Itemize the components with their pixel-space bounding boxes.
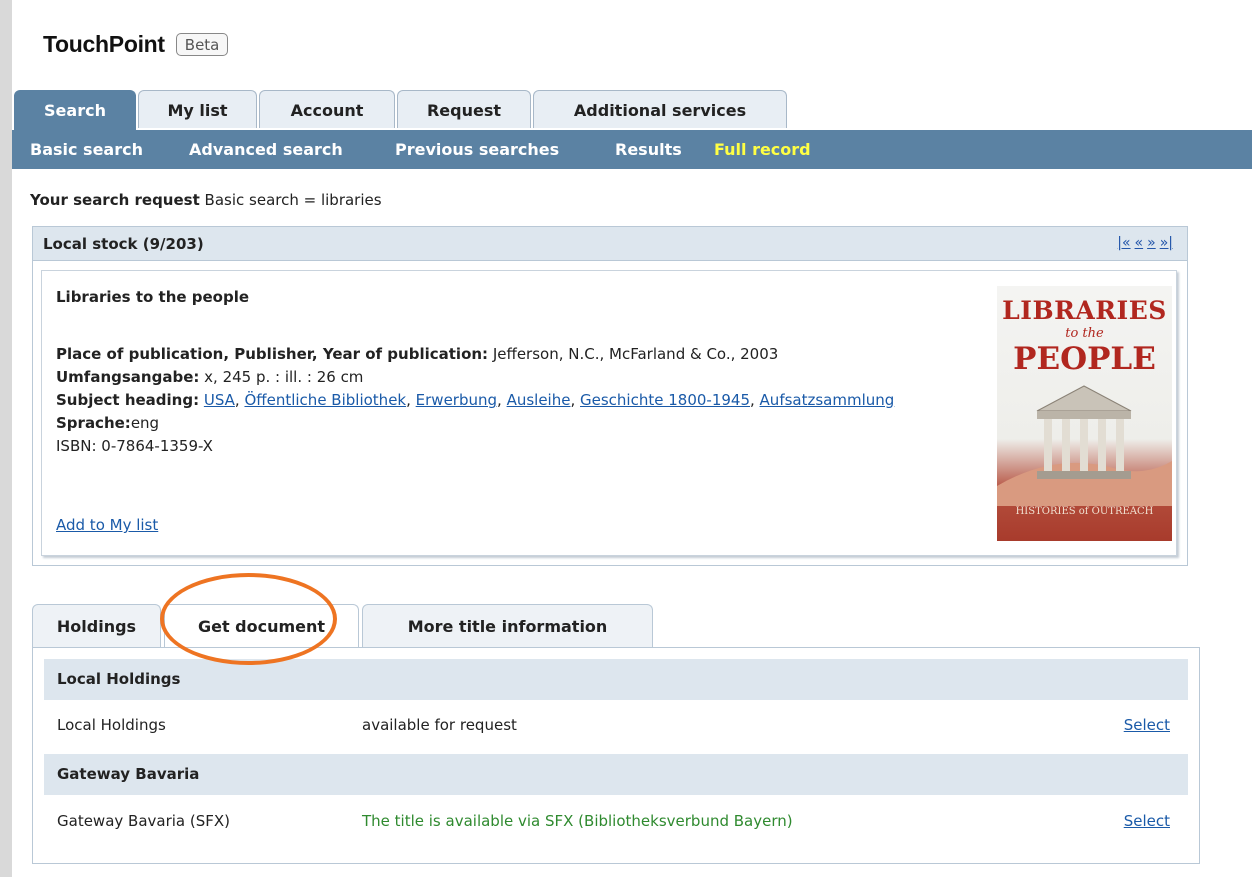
- holding-name: Gateway Bavaria (SFX): [57, 812, 231, 830]
- record-pager: |« «» »|: [1113, 235, 1173, 251]
- pager-first-link[interactable]: |«: [1117, 235, 1130, 251]
- pager-next-link[interactable]: »: [1147, 235, 1156, 251]
- add-to-my-list-link[interactable]: Add to My list: [56, 516, 158, 534]
- library-building-illustration: [997, 385, 1172, 506]
- tab-more-title-information[interactable]: More title information: [362, 604, 653, 648]
- select-link-gateway-bavaria[interactable]: Select: [1124, 812, 1170, 830]
- tab-my-list[interactable]: My list: [138, 90, 257, 128]
- record-box-title: Local stock (9/203): [43, 235, 204, 253]
- holding-name: Local Holdings: [57, 716, 166, 734]
- search-request: Your search request Basic search = libra…: [30, 191, 382, 209]
- sub-navigation: Basic search Advanced search Previous se…: [12, 130, 1252, 169]
- isbn-line: ISBN: 0-7864-1359-X: [56, 435, 976, 458]
- tab-search[interactable]: Search: [14, 90, 136, 131]
- tab-additional-services[interactable]: Additional services: [533, 90, 787, 128]
- language-label: Sprache:: [56, 414, 131, 432]
- cover-title-line1: LIBRARIES: [1002, 296, 1167, 325]
- record-box-header: Local stock (9/203) |« «» »|: [33, 227, 1187, 261]
- app-name: TouchPoint: [43, 31, 165, 57]
- section-gateway-bavaria-title: Gateway Bavaria: [57, 765, 200, 783]
- publication-label: Place of publication, Publisher, Year of…: [56, 345, 489, 363]
- section-local-holdings: Local Holdings: [44, 659, 1188, 700]
- full-record: Libraries to the people Place of publica…: [41, 270, 1177, 556]
- page: TouchPoint Beta Search My list Account R…: [12, 0, 1252, 877]
- language-value: eng: [130, 414, 160, 432]
- beta-badge: Beta: [175, 33, 229, 56]
- cover-title-line2: to the: [1065, 326, 1104, 341]
- select-link-local-holdings[interactable]: Select: [1124, 716, 1170, 734]
- cover-title-line3: PEOPLE: [1013, 341, 1156, 377]
- subject-link-ausleihe[interactable]: Ausleihe: [507, 391, 571, 409]
- tab-account[interactable]: Account: [259, 90, 395, 128]
- language-line: Sprache:eng: [56, 412, 976, 435]
- app-logo[interactable]: TouchPoint Beta: [43, 31, 229, 58]
- search-request-label: Your search request: [30, 191, 200, 209]
- subject-label: Subject heading:: [56, 391, 200, 409]
- tab-holdings[interactable]: Holdings: [32, 604, 161, 648]
- book-cover-image: LIBRARIES to the PEOPLE HISTORIES of OUT…: [997, 286, 1172, 541]
- subject-link-usa[interactable]: USA: [204, 391, 235, 409]
- subnav-advanced-search[interactable]: Advanced search: [189, 140, 343, 159]
- subject-link-aufsatzsammlung[interactable]: Aufsatzsammlung: [760, 391, 895, 409]
- tab-get-document[interactable]: Get document: [164, 604, 359, 649]
- subnav-basic-search[interactable]: Basic search: [30, 140, 143, 159]
- isbn-value: 0-7864-1359-X: [101, 437, 213, 455]
- section-gateway-bavaria: Gateway Bavaria: [44, 754, 1188, 795]
- section-local-holdings-title: Local Holdings: [57, 670, 181, 688]
- subnav-previous-searches[interactable]: Previous searches: [395, 140, 559, 159]
- extent-line: Umfangsangabe: x, 245 p. : ill. : 26 cm: [56, 366, 976, 389]
- record-fields: Place of publication, Publisher, Year of…: [56, 343, 976, 458]
- holdings-panel: Local Holdings Local Holdings available …: [32, 647, 1200, 864]
- pager-prev-link[interactable]: «: [1135, 235, 1144, 251]
- subnav-full-record[interactable]: Full record: [714, 140, 811, 159]
- subject-link-erwerbung[interactable]: Erwerbung: [416, 391, 497, 409]
- pager-last-link[interactable]: »|: [1160, 235, 1173, 251]
- publication-value: Jefferson, N.C., McFarland & Co., 2003: [492, 345, 779, 363]
- search-request-value: Basic search = libraries: [204, 191, 382, 209]
- extent-value: x, 245 p. : ill. : 26 cm: [204, 368, 364, 386]
- holdings-row: Gateway Bavaria (SFX) The title is avail…: [44, 797, 1188, 845]
- record-box: Local stock (9/203) |« «» »| Libraries to …: [32, 226, 1188, 566]
- tab-request[interactable]: Request: [397, 90, 531, 128]
- record-title: Libraries to the people: [56, 288, 250, 306]
- isbn-label: ISBN:: [56, 437, 97, 455]
- extent-label: Umfangsangabe:: [56, 368, 200, 386]
- holding-status: available for request: [362, 716, 517, 734]
- subnav-results[interactable]: Results: [615, 140, 682, 159]
- holding-status: The title is available via SFX (Biblioth…: [362, 812, 793, 830]
- holdings-row: Local Holdings available for request Sel…: [44, 701, 1188, 749]
- subject-link-oeffentliche-bibliothek[interactable]: Öffentliche Bibliothek: [244, 391, 406, 409]
- cover-subtitle: HISTORIES of OUTREACH: [1015, 506, 1154, 517]
- subject-link-geschichte[interactable]: Geschichte 1800-1945: [580, 391, 750, 409]
- publication-line: Place of publication, Publisher, Year of…: [56, 343, 976, 366]
- subject-line: Subject heading: USA, Öffentliche Biblio…: [56, 391, 895, 409]
